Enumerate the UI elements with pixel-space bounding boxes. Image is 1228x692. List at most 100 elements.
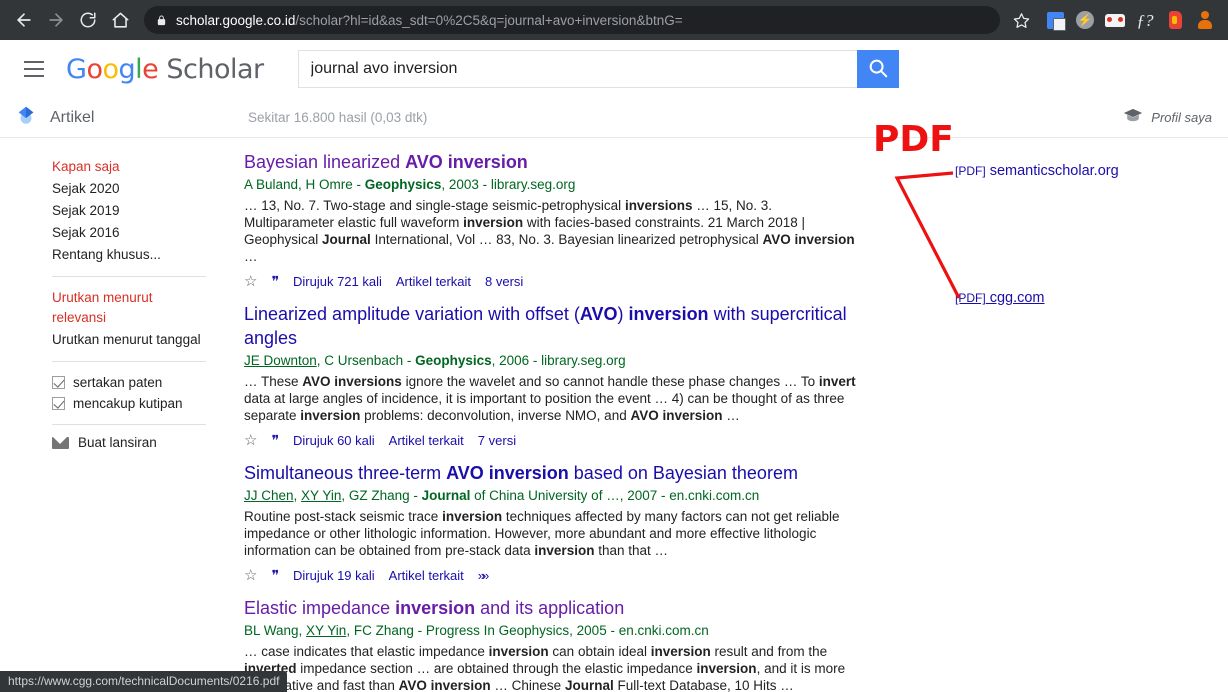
logo-letter-e: e — [142, 53, 159, 85]
result-title-text: Bayesian linearized — [244, 152, 406, 172]
result-meta: JJ Chen, XY Yin, GZ Zhang - Journal of C… — [244, 488, 760, 503]
search-input[interactable] — [297, 50, 857, 88]
checkbox-include-patents[interactable]: sertakan paten — [52, 372, 244, 393]
logo-letter-o2: o — [102, 53, 119, 85]
result-title-link[interactable]: Linearized amplitude variation with offs… — [244, 302, 864, 350]
result-source: , 2003 - library.seg.org — [441, 177, 576, 192]
result-title-link[interactable]: Elastic impedance inversion and its appl… — [244, 596, 864, 620]
result-title-highlight: AVO — [579, 304, 618, 324]
result-title-highlight: AVO inversion — [405, 152, 528, 172]
result-title-highlight: AVO inversion — [446, 463, 569, 483]
result-publication: Geophysics — [364, 177, 442, 192]
cited-by-link[interactable]: Dirujuk 721 kali — [293, 274, 382, 289]
google-scholar-logo[interactable]: Google Scholar — [66, 56, 264, 83]
result-source: , 2006 - library.seg.org — [491, 353, 626, 368]
result-meta: JE Downton, C Ursenbach - Geophysics, 20… — [244, 351, 864, 370]
result-title-link[interactable]: Bayesian linearized AVO inversion — [244, 150, 864, 174]
function-question-icon[interactable]: ƒ? — [1130, 6, 1160, 34]
sidebar-item-since-2020[interactable]: Sejak 2020 — [52, 178, 244, 200]
car-extension-icon[interactable] — [1100, 6, 1130, 34]
result-source: of China University of …, 2007 - en.cnki… — [470, 488, 760, 503]
forward-button[interactable] — [40, 4, 72, 36]
url-path: /scholar?hl=id&as_sdt=0%2C5&q=journal+av… — [295, 12, 683, 28]
author-link[interactable]: JE Downton — [244, 353, 317, 368]
create-alert-button[interactable]: Buat lansiran — [52, 435, 244, 450]
versions-link[interactable]: 8 versi — [485, 274, 523, 289]
article-diamond-icon — [14, 104, 38, 131]
result-actions: ☆ ❞ Dirujuk 721 kali Artikel terkait 8 v… — [244, 274, 864, 289]
results-list: Bayesian linearized AVO inversion A Bula… — [244, 138, 884, 692]
versions-link[interactable]: 7 versi — [478, 433, 516, 448]
result-title-highlight: inversion — [395, 598, 476, 618]
result-title-link[interactable]: Simultaneous three-term AVO inversion ba… — [244, 461, 864, 485]
result-item: Elastic impedance inversion and its appl… — [244, 596, 864, 692]
create-alert-label: Buat lansiran — [78, 435, 157, 450]
checkbox-include-citations-label: mencakup kutipan — [73, 396, 183, 411]
result-publication: Geophysics — [415, 353, 492, 368]
result-title-text: Simultaneous three-term — [244, 463, 447, 483]
result-meta: A Buland, H Omre - Geophysics, 2003 - li… — [244, 175, 864, 194]
result-item: Bayesian linearized AVO inversion A Bula… — [244, 150, 864, 289]
result-publication: Journal — [421, 488, 471, 503]
person-extension-icon[interactable] — [1190, 6, 1220, 34]
save-star-icon[interactable]: ☆ — [244, 433, 257, 448]
save-star-icon[interactable]: ☆ — [244, 568, 257, 583]
fire-extension-icon[interactable] — [1160, 6, 1190, 34]
sidebar-item-since-2019[interactable]: Sejak 2019 — [52, 200, 244, 222]
sidebar-item-sort-relevance[interactable]: Urutkan menurut relevansi — [52, 287, 172, 329]
related-articles-link[interactable]: Artikel terkait — [389, 433, 464, 448]
profile-link[interactable]: Profil saya — [1123, 108, 1212, 128]
search-area — [297, 50, 899, 88]
more-versions-icon[interactable]: »» — [478, 568, 490, 583]
sidebar-divider-2 — [52, 361, 206, 362]
result-meta: BL Wang, XY Yin, FC Zhang - Progress In … — [244, 621, 864, 640]
cited-by-link[interactable]: Dirujuk 60 kali — [293, 433, 375, 448]
browser-toolbar: scholar.google.co.id/scholar?hl=id&as_sd… — [0, 0, 1228, 40]
logo-letter-g1: G — [66, 53, 87, 85]
result-snippet: … case indicates that elastic impedance … — [244, 644, 846, 692]
author-link[interactable]: JJ Chen — [244, 488, 294, 503]
author-link[interactable]: XY Yin — [301, 488, 341, 503]
sidebar-divider-3 — [52, 424, 206, 425]
pdf-link-semanticscholar[interactable]: [PDF] semanticscholar.org — [955, 163, 1119, 179]
tab-articles-label: Artikel — [50, 108, 95, 126]
address-bar[interactable]: scholar.google.co.id/scholar?hl=id&as_sd… — [144, 6, 1000, 34]
pdf-link-cgg[interactable]: [PDF] cgg.com — [955, 290, 1045, 306]
result-title-text: Linearized amplitude variation with offs… — [244, 304, 580, 324]
home-button[interactable] — [104, 4, 136, 36]
result-snippet: … These AVO inversions ignore the wavele… — [244, 374, 856, 423]
author-link[interactable]: XY Yin — [306, 623, 346, 638]
back-button[interactable] — [8, 4, 40, 36]
hamburger-menu-icon[interactable] — [14, 49, 54, 89]
envelope-icon — [52, 436, 69, 449]
sidebar-item-since-2016[interactable]: Sejak 2016 — [52, 222, 244, 244]
related-articles-link[interactable]: Artikel terkait — [396, 274, 471, 289]
cite-quote-icon[interactable]: ❞ — [271, 434, 279, 448]
checkbox-include-citations[interactable]: mencakup kutipan — [52, 393, 244, 414]
result-authors: BL Wang, — [244, 623, 307, 638]
url-text: scholar.google.co.id/scholar?hl=id&as_sd… — [176, 13, 683, 28]
related-articles-link[interactable]: Artikel terkait — [389, 568, 464, 583]
checkbox-icon — [52, 376, 65, 389]
sidebar-item-sort-date[interactable]: Urutkan menurut tanggal — [52, 329, 244, 351]
bookmark-star-icon[interactable] — [1006, 5, 1036, 35]
search-button[interactable] — [856, 50, 899, 88]
result-stats: Sekitar 16.800 hasil (0,03 dtk) — [248, 110, 428, 125]
save-star-icon[interactable]: ☆ — [244, 274, 257, 289]
result-authors: , GZ Zhang - — [341, 488, 422, 503]
sidebar-item-anytime[interactable]: Kapan saja — [52, 156, 244, 178]
tab-articles[interactable]: Artikel — [0, 104, 244, 131]
google-translate-icon[interactable] — [1040, 6, 1070, 34]
lightning-bolt-icon[interactable]: ⚡ — [1070, 6, 1100, 34]
result-item: Linearized amplitude variation with offs… — [244, 302, 864, 448]
cite-quote-icon[interactable]: ❞ — [271, 569, 279, 583]
page-wrapper: scholar.google.co.id/scholar?hl=id&as_sd… — [0, 0, 1228, 692]
reload-button[interactable] — [72, 4, 104, 36]
result-title-text: Elastic impedance — [244, 598, 396, 618]
graduation-cap-icon — [1123, 108, 1143, 128]
pdf-domain: semanticscholar.org — [985, 163, 1119, 179]
profile-label: Profil saya — [1151, 110, 1212, 125]
cited-by-link[interactable]: Dirujuk 19 kali — [293, 568, 375, 583]
sidebar-item-custom-range[interactable]: Rentang khusus... — [52, 244, 244, 266]
cite-quote-icon[interactable]: ❞ — [271, 275, 279, 289]
